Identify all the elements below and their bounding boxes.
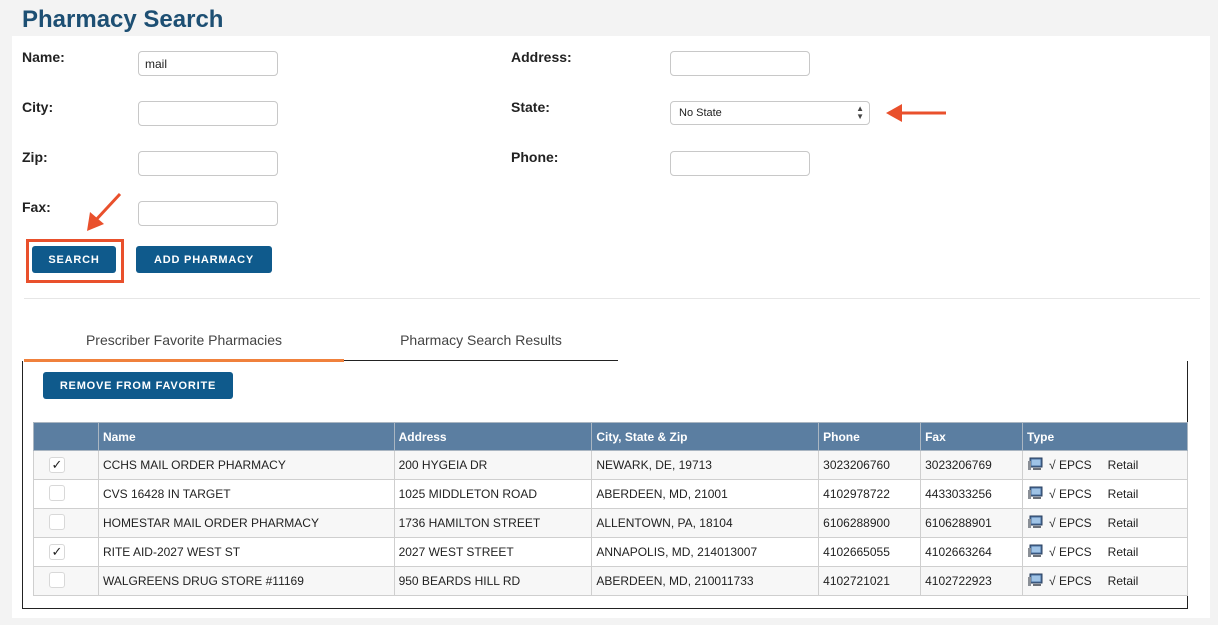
type-cell: √ EPCS Retail (1022, 537, 1188, 567)
fax-cell: 4102722923 (920, 566, 1024, 596)
zip-label: Zip: (22, 149, 48, 165)
epcs-label: √ EPCS (1049, 487, 1092, 501)
monitor-icon (1027, 457, 1043, 474)
type-cell: √ EPCS Retail (1022, 508, 1188, 538)
column-header-name: Name (97, 422, 395, 451)
type-label: Retail (1107, 574, 1139, 588)
tab-pharmacy-search-results[interactable]: Pharmacy Search Results (344, 324, 618, 362)
pharmacy-table: Name Address City, State & Zip Phone Fax… (33, 422, 1188, 596)
monitor-icon (1027, 515, 1043, 532)
fax-cell: 4102663264 (920, 537, 1024, 567)
address-cell: 1025 MIDDLETON ROAD (393, 479, 593, 509)
row-checkbox[interactable] (49, 571, 65, 588)
fax-cell: 4433033256 (920, 479, 1024, 509)
city-cell: ABERDEEN, MD, 210011733 (591, 566, 820, 596)
city-label: City: (22, 99, 54, 115)
column-header-type: Type (1022, 422, 1188, 451)
type-label: Retail (1107, 516, 1139, 530)
address-input[interactable] (670, 51, 810, 76)
column-header-select (33, 422, 99, 451)
epcs-label: √ EPCS (1049, 516, 1092, 530)
select-cell: ✓ (33, 537, 99, 567)
type-cell: √ EPCS Retail (1022, 566, 1188, 596)
phone-label: Phone: (511, 149, 559, 165)
table-header-row: Name Address City, State & Zip Phone Fax… (33, 422, 1188, 451)
name-cell: CCHS MAIL ORDER PHARMACY (97, 450, 395, 480)
type-cell: √ EPCS Retail (1022, 479, 1188, 509)
state-label: State: (511, 99, 550, 115)
state-select[interactable]: No State ▲ ▼ (670, 101, 870, 125)
remove-from-favorite-button[interactable]: REMOVE FROM FAVORITE (43, 372, 233, 399)
name-cell: HOMESTAR MAIL ORDER PHARMACY (97, 508, 395, 538)
epcs-label: √ EPCS (1049, 574, 1092, 588)
search-panel: Name: City: Zip: Fax: Address: State: No… (12, 36, 1210, 618)
add-pharmacy-button[interactable]: ADD PHARMACY (136, 246, 272, 273)
row-checkbox[interactable]: ✓ (49, 457, 65, 473)
select-cell (33, 479, 99, 509)
row-checkbox[interactable]: ✓ (49, 544, 65, 560)
table-row[interactable]: ✓ RITE AID-2027 WEST ST 2027 WEST STREET AN… (33, 537, 1188, 567)
city-input[interactable] (138, 101, 278, 126)
city-cell: ABERDEEN, MD, 21001 (591, 479, 820, 509)
column-header-phone: Phone (818, 422, 922, 451)
monitor-icon (1027, 486, 1043, 503)
state-select-value: No State (679, 107, 722, 119)
type-label: Retail (1107, 545, 1139, 559)
page-title: Pharmacy Search (22, 6, 224, 33)
city-cell: ALLENTOWN, PA, 18104 (591, 508, 820, 538)
phone-input[interactable] (670, 151, 810, 176)
select-cell (33, 508, 99, 538)
row-checkbox[interactable] (49, 513, 65, 530)
name-cell: WALGREENS DRUG STORE #11169 (97, 566, 395, 596)
city-cell: ANNAPOLIS, MD, 214013007 (591, 537, 820, 567)
table-row[interactable]: ✓ CCHS MAIL ORDER PHARMACY 200 HYGEIA DR NE… (33, 450, 1188, 480)
select-cell (33, 566, 99, 596)
column-header-fax: Fax (920, 422, 1024, 451)
epcs-label: √ EPCS (1049, 458, 1092, 472)
fax-input[interactable] (138, 201, 278, 226)
table-row[interactable]: HOMESTAR MAIL ORDER PHARMACY 1736 HAMILTO… (33, 508, 1188, 538)
address-cell: 2027 WEST STREET (393, 537, 593, 567)
monitor-icon (1027, 544, 1043, 561)
arrow-annotation-icon (886, 104, 946, 122)
phone-cell: 6106288900 (818, 508, 922, 538)
phone-cell: 3023206760 (818, 450, 922, 480)
name-input[interactable] (138, 51, 278, 76)
search-button[interactable]: SEARCH (32, 246, 116, 273)
tab-prescriber-favorite-pharmacies[interactable]: Prescriber Favorite Pharmacies (24, 324, 344, 362)
fax-label: Fax: (22, 199, 51, 215)
address-cell: 950 BEARDS HILL RD (393, 566, 593, 596)
monitor-icon (1027, 573, 1043, 590)
type-label: Retail (1107, 458, 1139, 472)
address-cell: 200 HYGEIA DR (393, 450, 593, 480)
table-row[interactable]: WALGREENS DRUG STORE #11169 950 BEARDS HI… (33, 566, 1188, 596)
phone-cell: 4102665055 (818, 537, 922, 567)
address-label: Address: (511, 49, 572, 65)
fax-cell: 3023206769 (920, 450, 1024, 480)
city-cell: NEWARK, DE, 19713 (591, 450, 820, 480)
type-label: Retail (1107, 487, 1139, 501)
updown-caret-icon: ▲ ▼ (856, 104, 864, 121)
name-cell: RITE AID-2027 WEST ST (97, 537, 395, 567)
name-cell: CVS 16428 IN TARGET (97, 479, 395, 509)
column-header-city: City, State & Zip (591, 422, 820, 451)
name-label: Name: (22, 49, 65, 65)
phone-cell: 4102721021 (818, 566, 922, 596)
divider (24, 298, 1200, 299)
zip-input[interactable] (138, 151, 278, 176)
address-cell: 1736 HAMILTON STREET (393, 508, 593, 538)
select-cell: ✓ (33, 450, 99, 480)
type-cell: √ EPCS Retail (1022, 450, 1188, 480)
arrow-annotation-icon (87, 192, 122, 231)
row-checkbox[interactable] (49, 484, 65, 501)
column-header-address: Address (393, 422, 593, 451)
table-row[interactable]: CVS 16428 IN TARGET 1025 MIDDLETON ROAD AB… (33, 479, 1188, 509)
fax-cell: 6106288901 (920, 508, 1024, 538)
phone-cell: 4102978722 (818, 479, 922, 509)
epcs-label: √ EPCS (1049, 545, 1092, 559)
